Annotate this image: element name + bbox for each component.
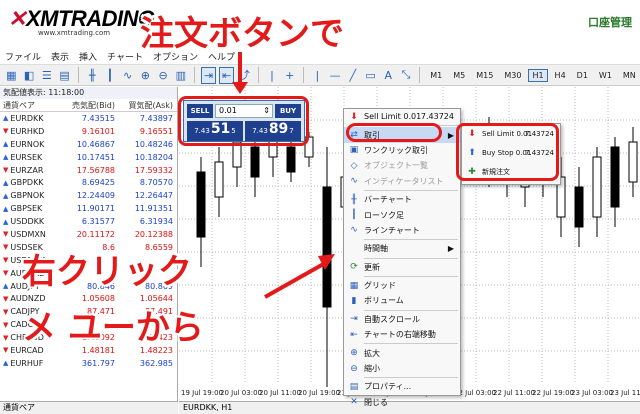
- annotation-bottom: メ ユーから: [22, 308, 204, 348]
- down-arrow-head: [232, 82, 248, 94]
- diagonal-arrow-line: [264, 260, 328, 299]
- annotation-top: 注文ボタンで: [140, 14, 344, 54]
- annotation-arrows: [232, 52, 335, 299]
- annotation-middle: 右クリック: [22, 252, 192, 292]
